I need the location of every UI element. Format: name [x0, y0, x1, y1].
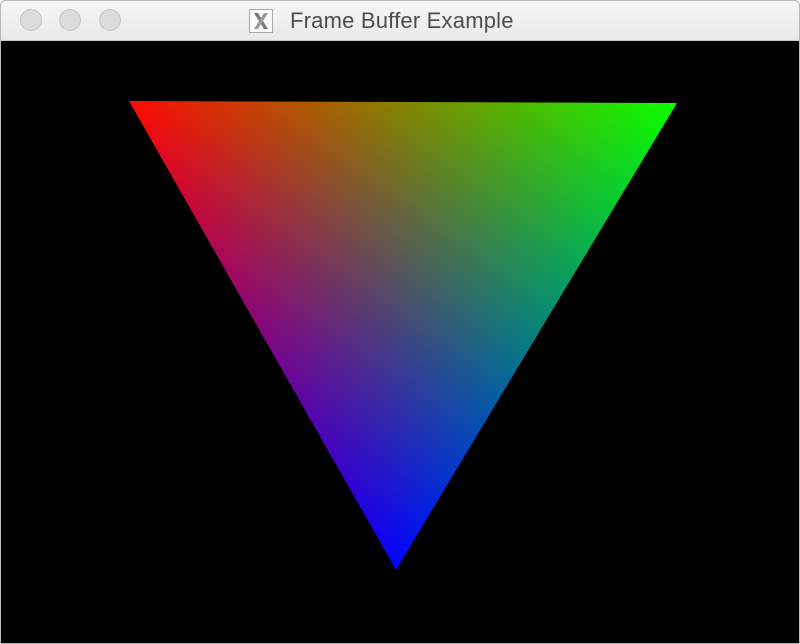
triangle-render: [1, 41, 799, 643]
close-button[interactable]: [20, 9, 42, 31]
zoom-button[interactable]: [99, 9, 121, 31]
x11-icon: [249, 9, 273, 33]
title-bar[interactable]: Frame Buffer Example: [1, 1, 799, 41]
frame-buffer-canvas[interactable]: [1, 41, 799, 643]
app-window: Frame Buffer Example: [0, 0, 800, 644]
minimize-button[interactable]: [59, 9, 81, 31]
window-title-group: Frame Buffer Example: [249, 8, 514, 34]
window-title: Frame Buffer Example: [290, 8, 514, 33]
